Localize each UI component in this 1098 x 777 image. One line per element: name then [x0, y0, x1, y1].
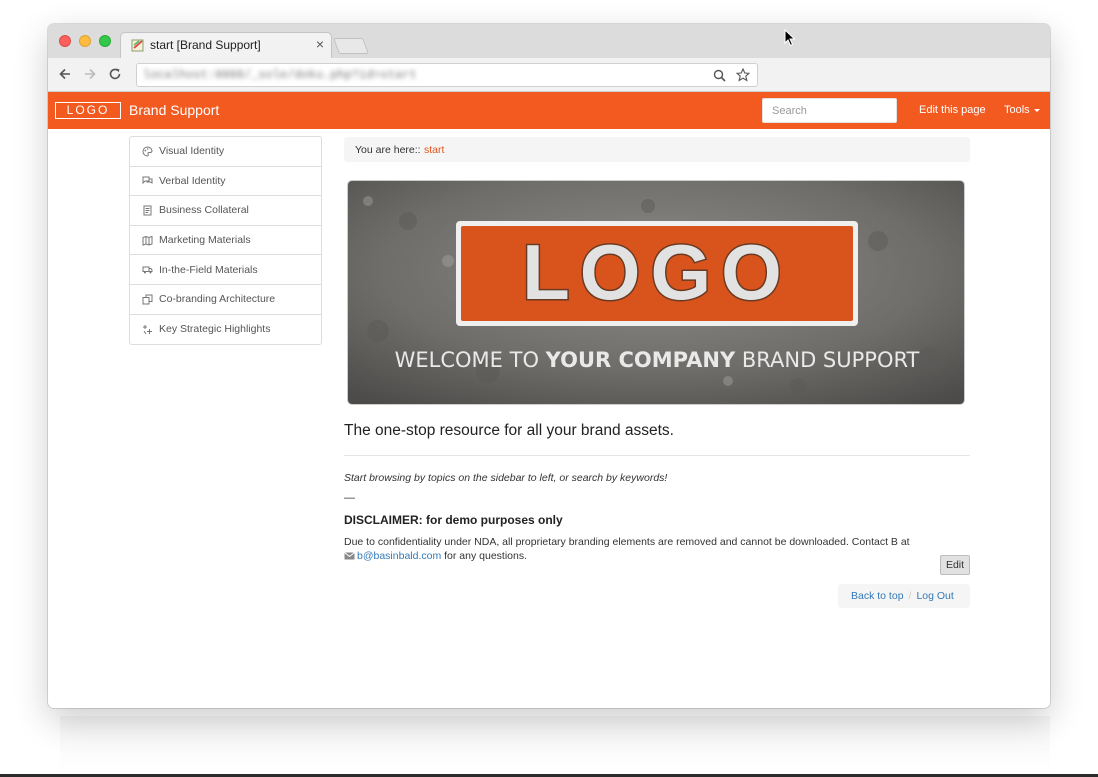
disclaimer-body: Due to confidentiality under NDA, all pr…	[344, 535, 944, 563]
sidebar-item-label: Co-branding Architecture	[159, 293, 276, 306]
page-tagline: The one-stop resource for all your brand…	[344, 422, 674, 439]
sidebar-item-marketing-materials[interactable]: Marketing Materials	[130, 226, 321, 256]
window-maximize-button[interactable]	[99, 35, 111, 47]
sidebar-item-label: Marketing Materials	[159, 234, 251, 247]
tab-strip: start [Brand Support] ×	[48, 24, 1050, 58]
site-header: LOGO Brand Support Edit this page Tools	[48, 92, 1050, 129]
truck-icon	[141, 264, 153, 276]
address-bar[interactable]: localhost:8888/_sole/doku.php?id=start	[136, 63, 758, 87]
sidebar-nav: Visual Identity Verbal Identity Business…	[129, 136, 322, 346]
log-out-link[interactable]: Log Out	[916, 590, 953, 602]
new-tab-button[interactable]	[333, 38, 369, 54]
palette-icon	[141, 145, 153, 157]
footer-separator: /	[908, 590, 912, 602]
edit-this-page-link[interactable]: Edit this page	[919, 104, 986, 116]
caret-down-icon	[1033, 108, 1040, 112]
breadcrumb: You are here:: start	[344, 137, 970, 162]
dash-separator: —	[344, 492, 355, 504]
forward-arrow-icon[interactable]	[80, 64, 100, 84]
edit-button[interactable]: Edit	[940, 555, 970, 575]
sidebar-item-co-branding-architecture[interactable]: Co-branding Architecture	[130, 285, 321, 315]
sidebar-item-label: Key Strategic Highlights	[159, 323, 271, 336]
sidebar-item-label: Business Collateral	[159, 204, 249, 217]
browse-hint: Start browsing by topics on the sidebar …	[344, 472, 668, 484]
breadcrumb-current-link[interactable]: start	[424, 144, 444, 156]
breadcrumb-label: You are here::	[355, 144, 421, 156]
back-arrow-icon[interactable]	[55, 64, 75, 84]
disclaimer-text: Due to confidentiality under NDA, all pr…	[344, 536, 910, 548]
sidebar-item-in-the-field-materials[interactable]: In-the-Field Materials	[130, 255, 321, 285]
sidebar-item-label: In-the-Field Materials	[159, 263, 258, 276]
tab-title: start [Brand Support]	[150, 38, 261, 52]
mail-icon	[344, 552, 355, 560]
footer-links: Back to top / Log Out	[838, 584, 970, 608]
url-text: localhost:8888/_sole/doku.php?id=start	[143, 68, 417, 82]
disclaimer-heading: DISCLAIMER: for demo purposes only	[344, 513, 563, 527]
site-logo[interactable]: LOGO	[55, 102, 121, 119]
speech-bubble-icon	[141, 175, 153, 187]
document-icon	[141, 204, 153, 216]
window-close-button[interactable]	[59, 35, 71, 47]
favicon-icon	[131, 39, 144, 52]
sparkle-icon	[141, 323, 153, 335]
disclaimer-tail: for any questions.	[441, 550, 528, 562]
sidebar-item-verbal-identity[interactable]: Verbal Identity	[130, 167, 321, 197]
sidebar-item-visual-identity[interactable]: Visual Identity	[130, 137, 321, 167]
site-title[interactable]: Brand Support	[129, 102, 219, 118]
browser-tab[interactable]: start [Brand Support] ×	[120, 32, 332, 58]
email-link[interactable]: b@basinbald.com	[357, 550, 441, 562]
hero-logo-text: LOGO	[522, 228, 792, 316]
browser-window: start [Brand Support] × localhost:8888/_…	[48, 24, 1050, 708]
tab-close-icon[interactable]: ×	[316, 36, 324, 52]
mouse-cursor-icon	[784, 29, 796, 47]
search-input[interactable]	[762, 98, 897, 123]
hero-banner: LOGO WELCOME TO YOUR COMPANY BRAND SUPPO…	[348, 181, 964, 404]
window-reflection	[60, 716, 1050, 774]
map-icon	[141, 234, 153, 246]
sidebar-item-business-collateral[interactable]: Business Collateral	[130, 196, 321, 226]
bookmark-star-icon[interactable]	[735, 67, 751, 83]
divider	[344, 455, 970, 456]
sidebar-item-label: Visual Identity	[159, 145, 225, 158]
sidebar-item-label: Verbal Identity	[159, 174, 226, 187]
zoom-icon[interactable]	[711, 67, 727, 83]
reload-icon[interactable]	[105, 64, 125, 84]
window-minimize-button[interactable]	[79, 35, 91, 47]
site-logo-text: LOGO	[66, 103, 110, 117]
copy-icon	[141, 293, 153, 305]
sidebar-item-key-strategic-highlights[interactable]: Key Strategic Highlights	[130, 315, 321, 345]
tools-dropdown[interactable]: Tools	[1004, 104, 1040, 116]
browser-toolbar: localhost:8888/_sole/doku.php?id=start	[48, 58, 1050, 92]
hero-welcome-text: WELCOME TO YOUR COMPANY BRAND SUPPORT	[395, 348, 920, 372]
back-to-top-link[interactable]: Back to top	[851, 590, 904, 602]
tools-label: Tools	[1004, 104, 1030, 116]
